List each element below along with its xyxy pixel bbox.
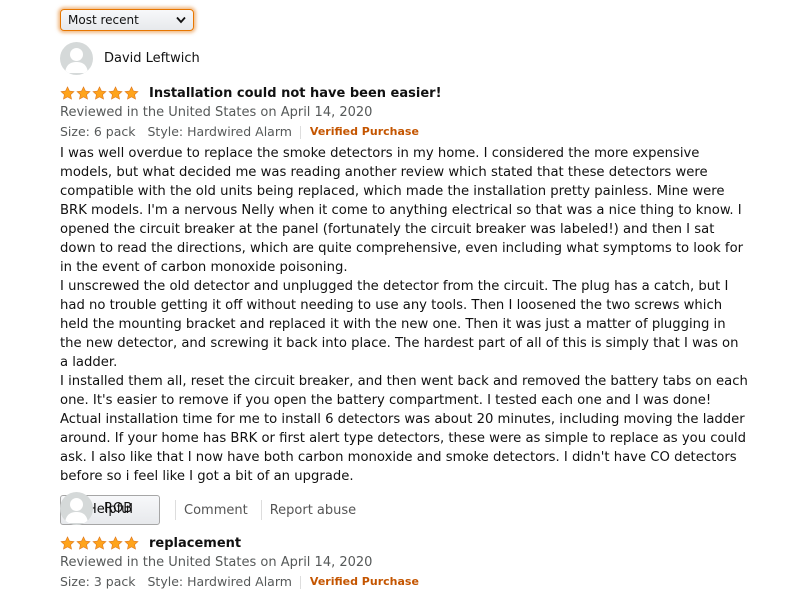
divider <box>299 575 301 589</box>
star-icon <box>108 535 123 550</box>
verified-purchase-badge[interactable]: Verified Purchase <box>310 123 419 141</box>
star-rating[interactable] <box>60 535 139 551</box>
reviewer-name: ROB <box>104 501 133 516</box>
star-icon <box>124 535 139 550</box>
review-paragraph: I was well overdue to replace the smoke … <box>60 146 744 275</box>
star-icon <box>92 535 107 550</box>
star-icon <box>60 85 75 100</box>
star-rating[interactable] <box>60 85 139 101</box>
verified-purchase-badge[interactable]: Verified Purchase <box>310 573 419 591</box>
chevron-down-icon <box>176 16 186 24</box>
review-meta: Size: 6 pack Style: Hardwired Alarm Veri… <box>60 123 750 141</box>
reviewer-profile[interactable]: David Leftwich <box>60 42 750 75</box>
review-paragraph: I installed them all, reset the circuit … <box>60 374 748 484</box>
review-paragraph: I unscrewed the old detector and unplugg… <box>60 279 739 370</box>
review-title[interactable]: Installation could not have been easier! <box>149 86 442 101</box>
review-style: Style: Hardwired Alarm <box>147 574 292 589</box>
star-icon <box>76 85 91 100</box>
user-silhouette-icon <box>65 48 88 73</box>
review-date: Reviewed in the United States on April 1… <box>60 105 373 120</box>
sort-dropdown-container: Most recent <box>60 9 194 31</box>
review-card: David Leftwich Installation could not ha… <box>60 42 750 525</box>
user-silhouette-icon <box>65 498 88 523</box>
star-icon <box>124 85 139 100</box>
review-body: I was well overdue to replace the smoke … <box>60 144 750 486</box>
review-title[interactable]: replacement <box>149 536 241 551</box>
star-icon <box>92 85 107 100</box>
review-card: ROB replacement Reviewed in the United S… <box>60 492 750 591</box>
avatar <box>60 492 93 525</box>
review-style: Style: Hardwired Alarm <box>147 124 292 139</box>
review-size: Size: 3 pack <box>60 574 136 589</box>
star-icon <box>76 535 91 550</box>
sort-dropdown[interactable]: Most recent <box>60 9 194 31</box>
reviewer-name: David Leftwich <box>104 51 200 66</box>
sort-dropdown-value: Most recent <box>68 13 139 27</box>
review-meta: Size: 3 pack Style: Hardwired Alarm Veri… <box>60 573 750 591</box>
review-date: Reviewed in the United States on April 1… <box>60 555 373 570</box>
star-icon <box>108 85 123 100</box>
review-size: Size: 6 pack <box>60 124 136 139</box>
divider <box>299 125 301 139</box>
star-icon <box>60 535 75 550</box>
reviewer-profile[interactable]: ROB <box>60 492 750 525</box>
avatar <box>60 42 93 75</box>
